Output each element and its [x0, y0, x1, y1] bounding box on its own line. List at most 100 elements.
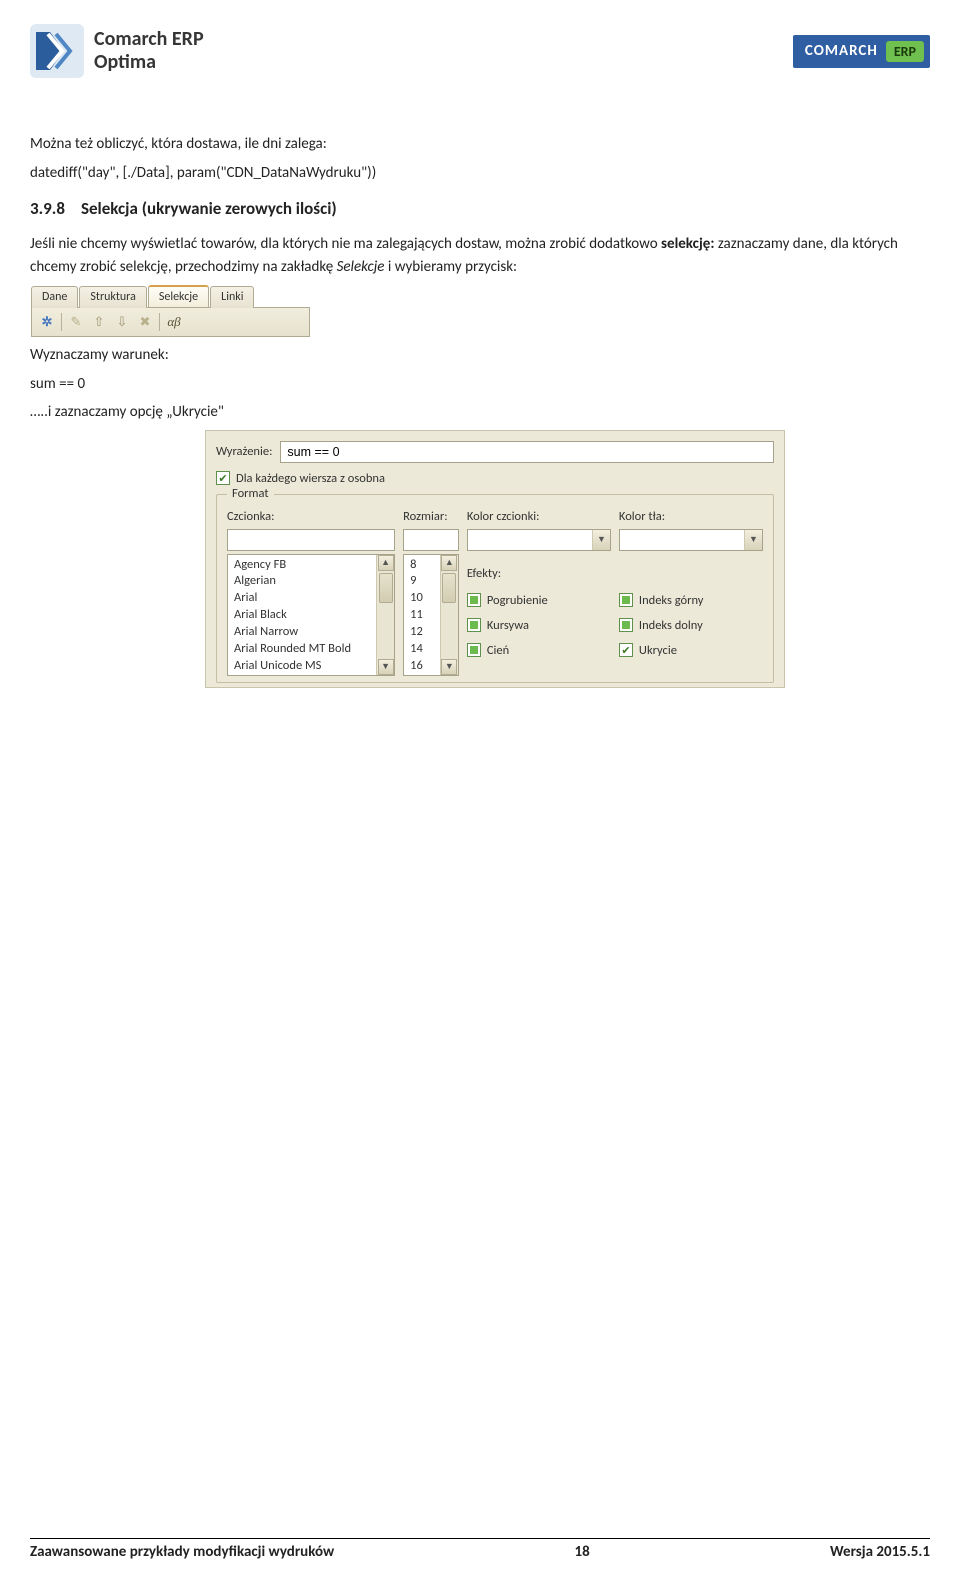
effects-block-right: Indeks górny Indeks dolny Ukrycie — [619, 566, 763, 658]
font-color-column: Kolor czcionki: ▼ Efekty: Pogrubienie — [467, 509, 611, 676]
checkbox-icon[interactable] — [619, 618, 633, 632]
font-color-combo[interactable]: ▼ — [467, 529, 611, 551]
para-6: …..i zaznaczamy opcję „Ukrycie" — [30, 401, 930, 424]
chevron-down-icon[interactable]: ▼ — [592, 530, 610, 550]
para-1: Można też obliczyć, która dostawa, ile d… — [30, 133, 930, 156]
size-input[interactable] — [403, 529, 459, 551]
list-item[interactable]: Algerian — [234, 573, 370, 590]
footer-right: Wersja 2015.5.1 — [830, 1543, 930, 1561]
effect-shadow[interactable]: Cień — [467, 643, 611, 658]
effects-block: Efekty: Pogrubienie Kursywa Cień — [467, 566, 611, 658]
per-row-check: Dla każdego wiersza z osobna — [216, 471, 774, 486]
size-label: Rozmiar: — [403, 509, 459, 524]
list-item[interactable]: 16 — [410, 658, 434, 675]
tab-struktura[interactable]: Struktura — [79, 286, 146, 308]
effect-italic[interactable]: Kursywa — [467, 618, 611, 633]
p3-d: Selekcje — [337, 258, 385, 276]
checkbox-icon[interactable] — [619, 593, 633, 607]
effect-sup[interactable]: Indeks górny — [619, 593, 763, 608]
list-item[interactable]: Agency FB — [234, 557, 370, 574]
arrow-down-icon[interactable]: ⇩ — [113, 313, 131, 331]
font-input[interactable] — [227, 529, 395, 551]
font-color-label: Kolor czcionki: — [467, 509, 611, 524]
expression-label: Wyrażenie: — [216, 444, 272, 459]
page-header: Comarch ERP Optima COMARCH ERP — [0, 0, 960, 78]
badge-erp: ERP — [886, 41, 924, 62]
effect-hide[interactable]: Ukrycie — [619, 643, 763, 658]
bg-color-column: Kolor tła: ▼ Indeks górny Indek — [619, 509, 763, 676]
list-item[interactable]: Arial Unicode MS — [234, 658, 370, 675]
tab-selekcje[interactable]: Selekcje — [148, 285, 209, 307]
list-item[interactable]: 10 — [410, 590, 434, 607]
chevron-down-icon[interactable]: ▼ — [744, 530, 762, 550]
effect-label: Ukrycie — [639, 643, 677, 658]
size-listbox[interactable]: 8 9 10 11 12 14 16 ▲ ▼ — [403, 554, 459, 676]
tab-dane[interactable]: Dane — [31, 286, 78, 308]
per-row-checkbox-wrap[interactable]: Dla każdego wiersza z osobna — [216, 471, 385, 486]
effect-label: Cień — [487, 643, 509, 658]
checkbox-icon[interactable] — [216, 471, 230, 485]
format-group-title: Format — [227, 486, 274, 501]
badge-comarch: COMARCH — [805, 42, 878, 60]
para-2: datediff("day", [./Data], param("CDN_Dat… — [30, 162, 930, 185]
combo-body[interactable] — [620, 530, 744, 550]
separator-icon — [61, 313, 62, 331]
font-listbox[interactable]: Agency FB Algerian Arial Arial Black Ari… — [227, 554, 395, 676]
selection-dialog: Wyrażenie: Dla każdego wiersza z osobna … — [205, 430, 785, 688]
list-item[interactable]: 12 — [410, 624, 434, 641]
checkbox-icon[interactable] — [467, 618, 481, 632]
content: Można też obliczyć, która dostawa, ile d… — [0, 78, 960, 688]
size-scrollbar[interactable]: ▲ ▼ — [440, 555, 458, 675]
effect-label: Indeks górny — [639, 593, 704, 608]
list-item[interactable]: 9 — [410, 573, 434, 590]
effect-bold[interactable]: Pogrubienie — [467, 593, 611, 608]
scroll-down-icon[interactable]: ▼ — [441, 659, 457, 675]
alpha-beta-icon[interactable]: αβ — [165, 313, 183, 331]
font-column: Czcionka: Agency FB Algerian Arial Arial… — [227, 509, 395, 676]
per-row-label: Dla każdego wiersza z osobna — [236, 471, 385, 486]
list-item[interactable]: Arial Black — [234, 607, 370, 624]
brand-line1: Comarch ERP — [94, 27, 204, 51]
page-footer: Zaawansowane przykłady modyfikacji wydru… — [30, 1538, 930, 1561]
format-columns: Czcionka: Agency FB Algerian Arial Arial… — [227, 509, 763, 676]
para-5: sum == 0 — [30, 373, 930, 396]
scroll-down-icon[interactable]: ▼ — [378, 659, 394, 675]
font-scrollbar[interactable]: ▲ ▼ — [376, 555, 394, 675]
list-item[interactable]: 14 — [410, 641, 434, 658]
scroll-thumb[interactable] — [442, 573, 456, 603]
bg-color-combo[interactable]: ▼ — [619, 529, 763, 551]
optima-logo-icon — [30, 24, 84, 78]
checkbox-icon[interactable] — [467, 643, 481, 657]
scroll-thumb[interactable] — [379, 573, 393, 603]
expression-input[interactable] — [280, 441, 774, 463]
checkbox-icon[interactable] — [619, 643, 633, 657]
p3-e: i wybieramy przycisk: — [384, 258, 517, 276]
list-item[interactable]: 11 — [410, 607, 434, 624]
p3-a: Jeśli nie chcemy wyświetlać towarów, dla… — [30, 235, 661, 253]
separator-icon — [159, 313, 160, 331]
bg-color-label: Kolor tła: — [619, 509, 763, 524]
section-number: 3.9.8 — [30, 198, 65, 219]
tab-linki[interactable]: Linki — [210, 286, 254, 308]
effect-label: Kursywa — [487, 618, 529, 633]
size-list[interactable]: 8 9 10 11 12 14 16 — [404, 555, 440, 675]
logo-left: Comarch ERP Optima — [30, 24, 204, 78]
scroll-up-icon[interactable]: ▲ — [378, 555, 394, 571]
arrow-up-icon[interactable]: ⇧ — [90, 313, 108, 331]
combo-body[interactable] — [468, 530, 592, 550]
list-item[interactable]: 8 — [410, 557, 434, 574]
font-list[interactable]: Agency FB Algerian Arial Arial Black Ari… — [228, 555, 376, 675]
list-item[interactable]: Arial Rounded MT Bold — [234, 641, 370, 658]
globe-icon[interactable]: ✲ — [38, 313, 56, 331]
list-item[interactable]: Arial — [234, 590, 370, 607]
format-group: Format Czcionka: Agency FB Algerian Aria… — [216, 494, 774, 683]
list-item[interactable]: Arial Narrow — [234, 624, 370, 641]
delete-icon[interactable]: ✖ — [136, 313, 154, 331]
brand-line2: Optima — [94, 51, 204, 74]
effect-sub[interactable]: Indeks dolny — [619, 618, 763, 633]
scroll-up-icon[interactable]: ▲ — [441, 555, 457, 571]
badge-right: COMARCH ERP — [793, 35, 930, 68]
checkbox-icon[interactable] — [467, 593, 481, 607]
pencil-icon[interactable]: ✎ — [67, 313, 85, 331]
section-heading: 3.9.8 Selekcja (ukrywanie zerowych ilośc… — [30, 198, 930, 219]
